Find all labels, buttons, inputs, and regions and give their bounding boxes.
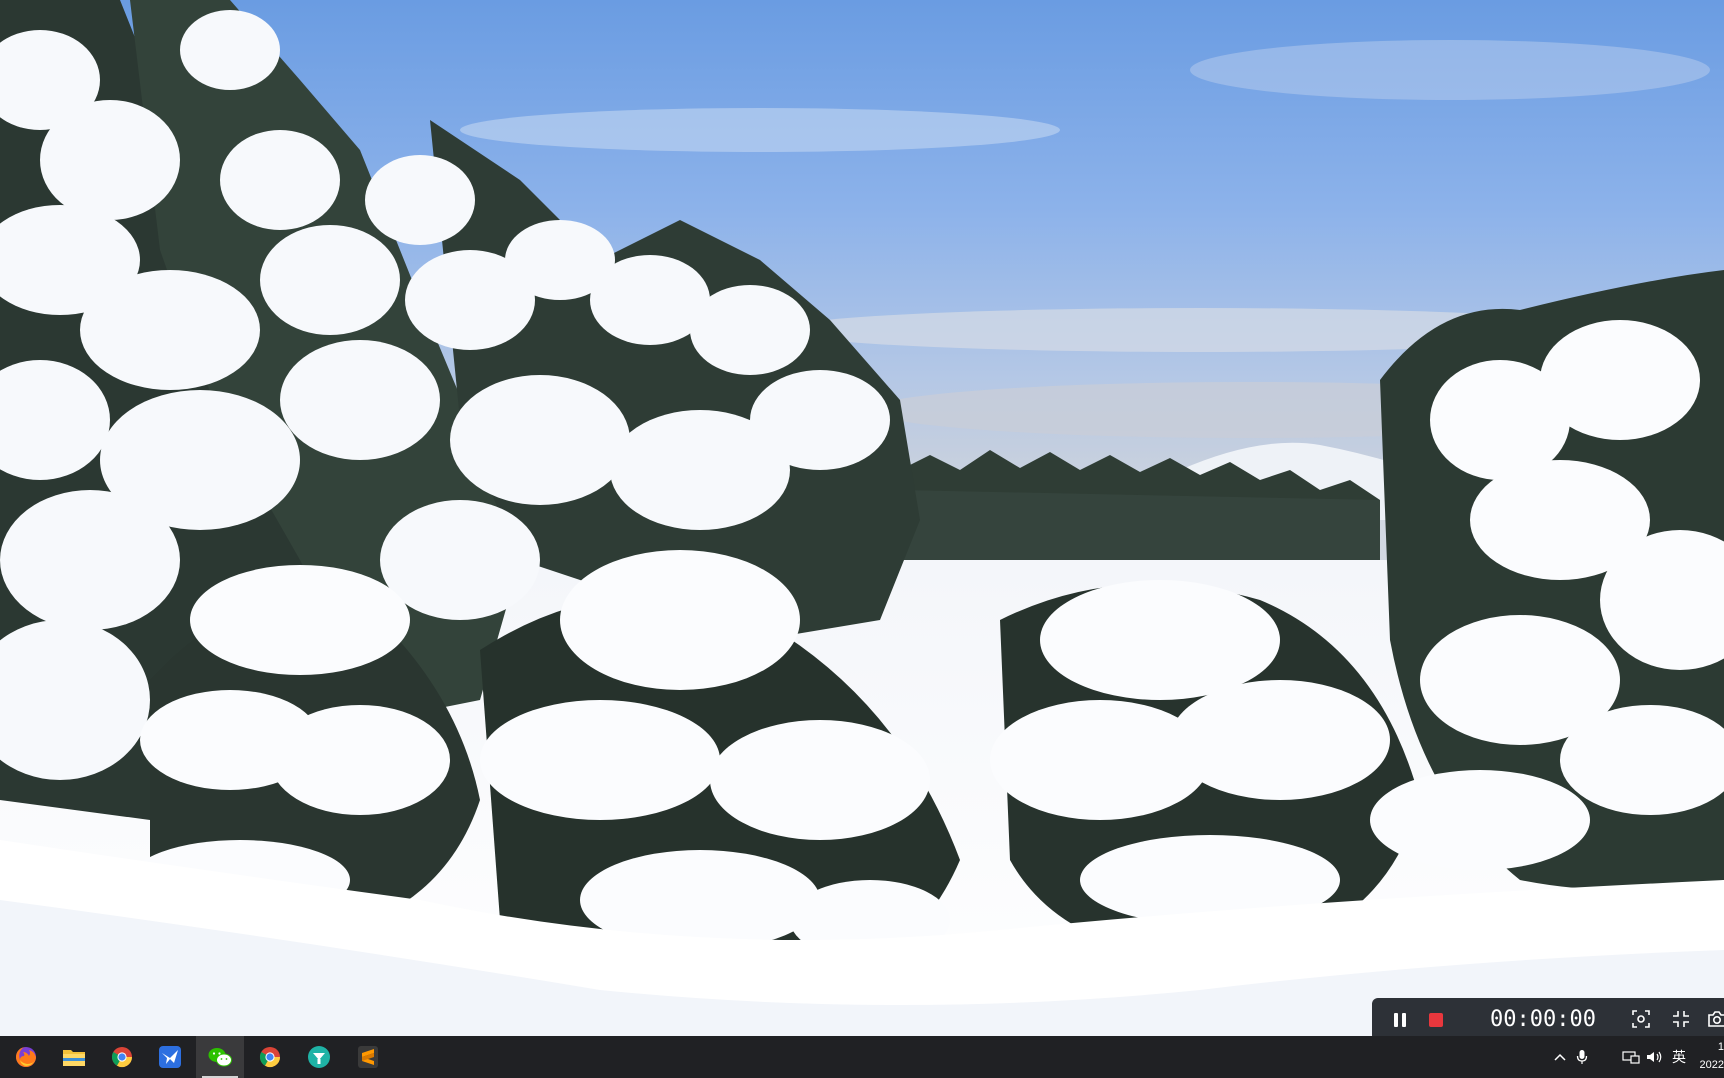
teal-app-icon xyxy=(308,1046,330,1068)
firefox-icon xyxy=(16,1047,36,1067)
taskbar-clock[interactable]: 1 2022 xyxy=(1690,1038,1724,1078)
show-hidden-icons-button[interactable] xyxy=(1550,1036,1570,1078)
pause-recording-button[interactable] xyxy=(1386,1006,1414,1034)
microphone-icon xyxy=(1576,1050,1588,1064)
speaker-icon xyxy=(1647,1051,1662,1063)
recording-timer: 00:00:00 xyxy=(1490,1007,1596,1032)
taskbar-app-wechat[interactable] xyxy=(196,1036,244,1078)
taskbar-app-bird[interactable] xyxy=(146,1036,194,1078)
taskbar-app-chrome[interactable] xyxy=(98,1036,146,1078)
network-tray-button[interactable] xyxy=(1620,1036,1642,1078)
clock-time: 1 xyxy=(1717,1041,1724,1053)
network-icon xyxy=(1622,1051,1640,1064)
taskbar-app-firefox[interactable] xyxy=(2,1036,50,1078)
desktop: 00:00:00 英 1 2022 xyxy=(0,0,1724,1078)
screen-recorder-bar: 00:00:00 xyxy=(1372,998,1724,1041)
file-explorer-icon xyxy=(63,1050,85,1066)
wechat-icon xyxy=(208,1048,232,1067)
pause-icon xyxy=(1394,1012,1406,1027)
region-capture-icon xyxy=(1632,1010,1650,1028)
exit-fullscreen-button[interactable] xyxy=(1668,1006,1694,1032)
screenshot-button[interactable] xyxy=(1704,1006,1724,1032)
taskbar: 英 1 2022 xyxy=(0,1036,1724,1078)
chrome-icon xyxy=(111,1047,133,1068)
stop-icon xyxy=(1429,1012,1443,1027)
bird-app-icon xyxy=(159,1046,181,1068)
minimize-arrows-icon xyxy=(1673,1011,1689,1027)
taskbar-app-teal[interactable] xyxy=(295,1036,343,1078)
stop-recording-button[interactable] xyxy=(1422,1006,1450,1034)
input-method-indicator[interactable]: 英 xyxy=(1668,1036,1690,1078)
camera-icon xyxy=(1708,1011,1724,1027)
taskbar-app-sublime[interactable] xyxy=(344,1036,392,1078)
volume-tray-button[interactable] xyxy=(1644,1036,1666,1078)
taskbar-app-chrome-2[interactable] xyxy=(246,1036,294,1078)
region-capture-button[interactable] xyxy=(1628,1006,1654,1032)
sublime-text-icon xyxy=(358,1046,378,1068)
clock-date: 2022 xyxy=(1699,1059,1724,1071)
taskbar-app-file-explorer[interactable] xyxy=(50,1036,98,1078)
chevron-up-icon xyxy=(1554,1053,1566,1061)
chrome-icon xyxy=(259,1047,281,1068)
desktop-wallpaper xyxy=(0,0,1724,1036)
microphone-tray-button[interactable] xyxy=(1572,1036,1592,1078)
